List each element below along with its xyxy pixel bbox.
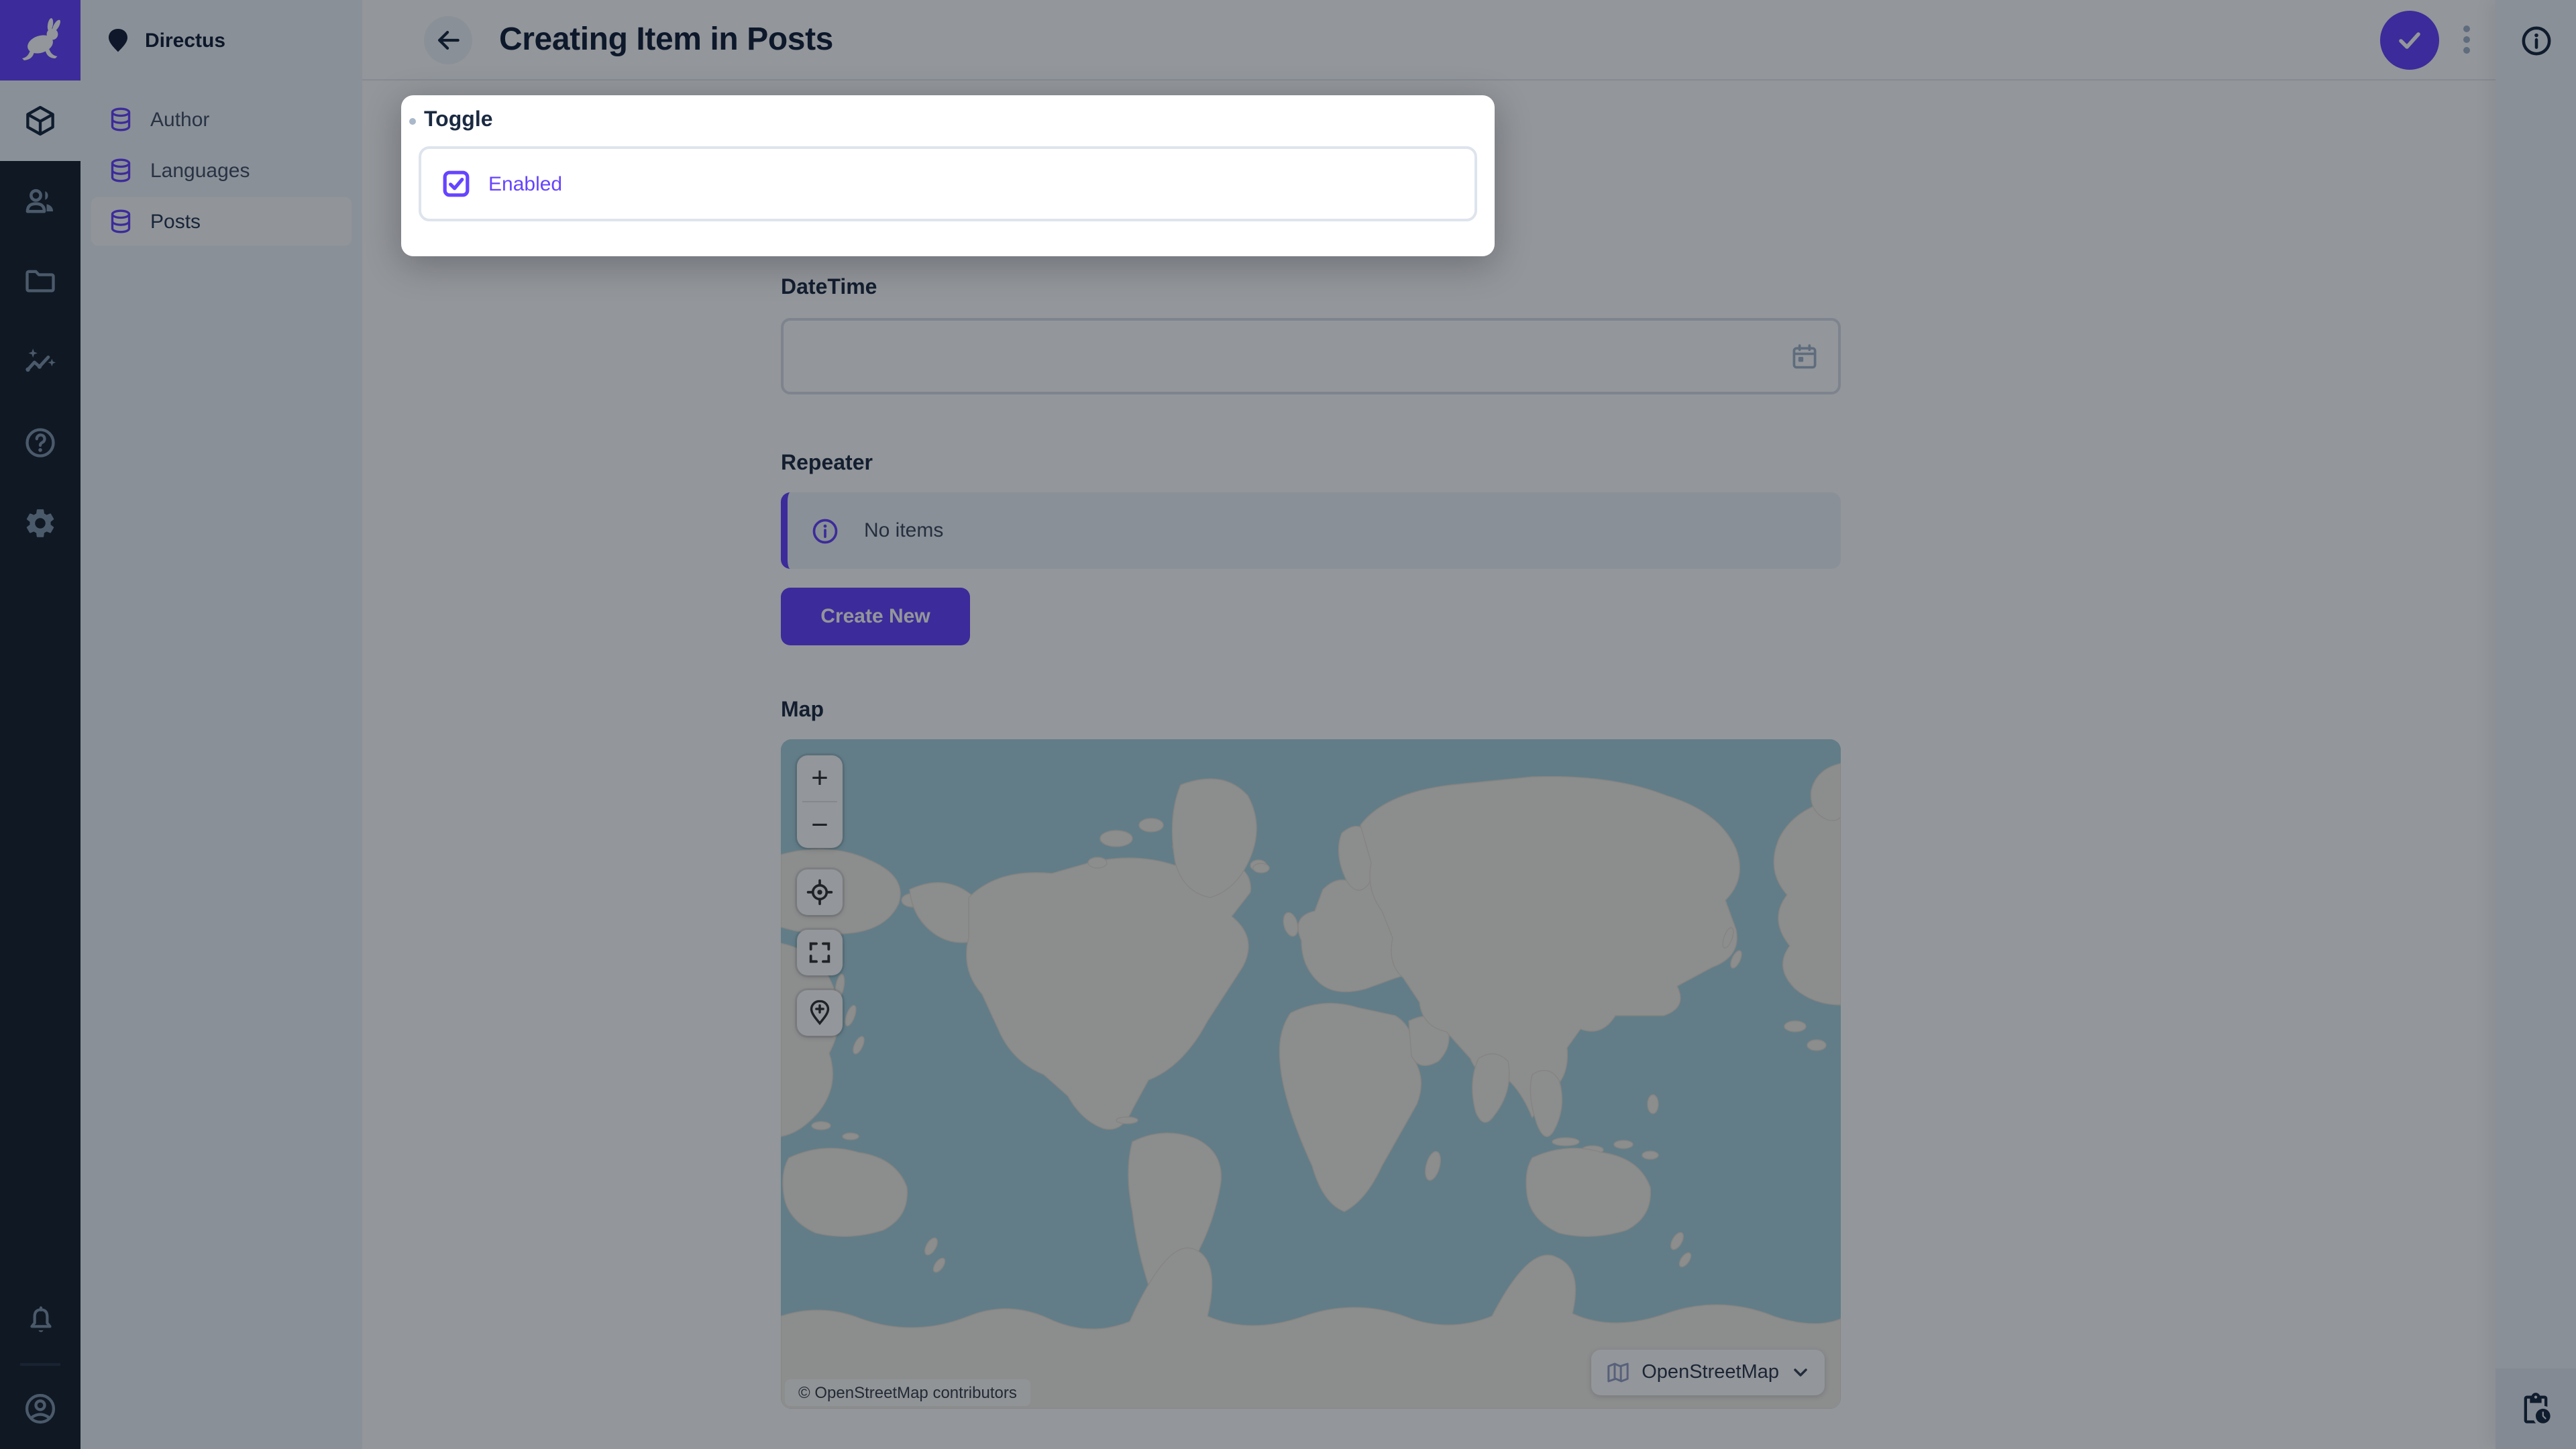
checkbox-checked-icon (443, 170, 470, 197)
toggle-field-card: Toggle Enabled (401, 95, 1495, 256)
field-dot-icon (409, 117, 416, 124)
toggle-field-header: Toggle (401, 95, 1495, 133)
toggle-option-label: Enabled (488, 172, 562, 195)
app-window: Directus Author Languages (0, 0, 2576, 1449)
toggle-checkbox-input[interactable]: Enabled (419, 146, 1477, 221)
toggle-field-label: Toggle (424, 109, 493, 133)
